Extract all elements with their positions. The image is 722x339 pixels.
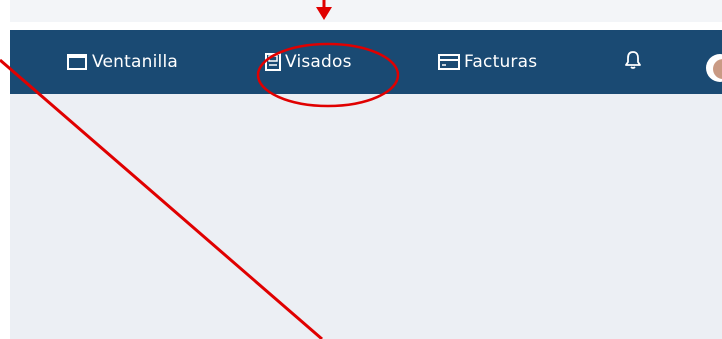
nav-item-ventanilla[interactable]: Ventanilla [66,30,178,94]
avatar-photo [713,59,722,79]
window-icon [66,53,92,71]
top-strip [10,0,722,22]
nav-item-label: Facturas [464,52,538,72]
main-content [10,94,722,339]
credit-card-icon [438,53,464,71]
bell-icon [624,50,642,74]
nav-item-facturas[interactable]: Facturas [438,30,537,94]
save-document-icon [265,53,285,71]
nav-item-label: Visados [285,52,352,72]
notifications-button[interactable] [624,30,642,94]
nav-item-label: Ventanilla [92,52,178,72]
nav-item-visados[interactable]: Visados [265,30,352,94]
